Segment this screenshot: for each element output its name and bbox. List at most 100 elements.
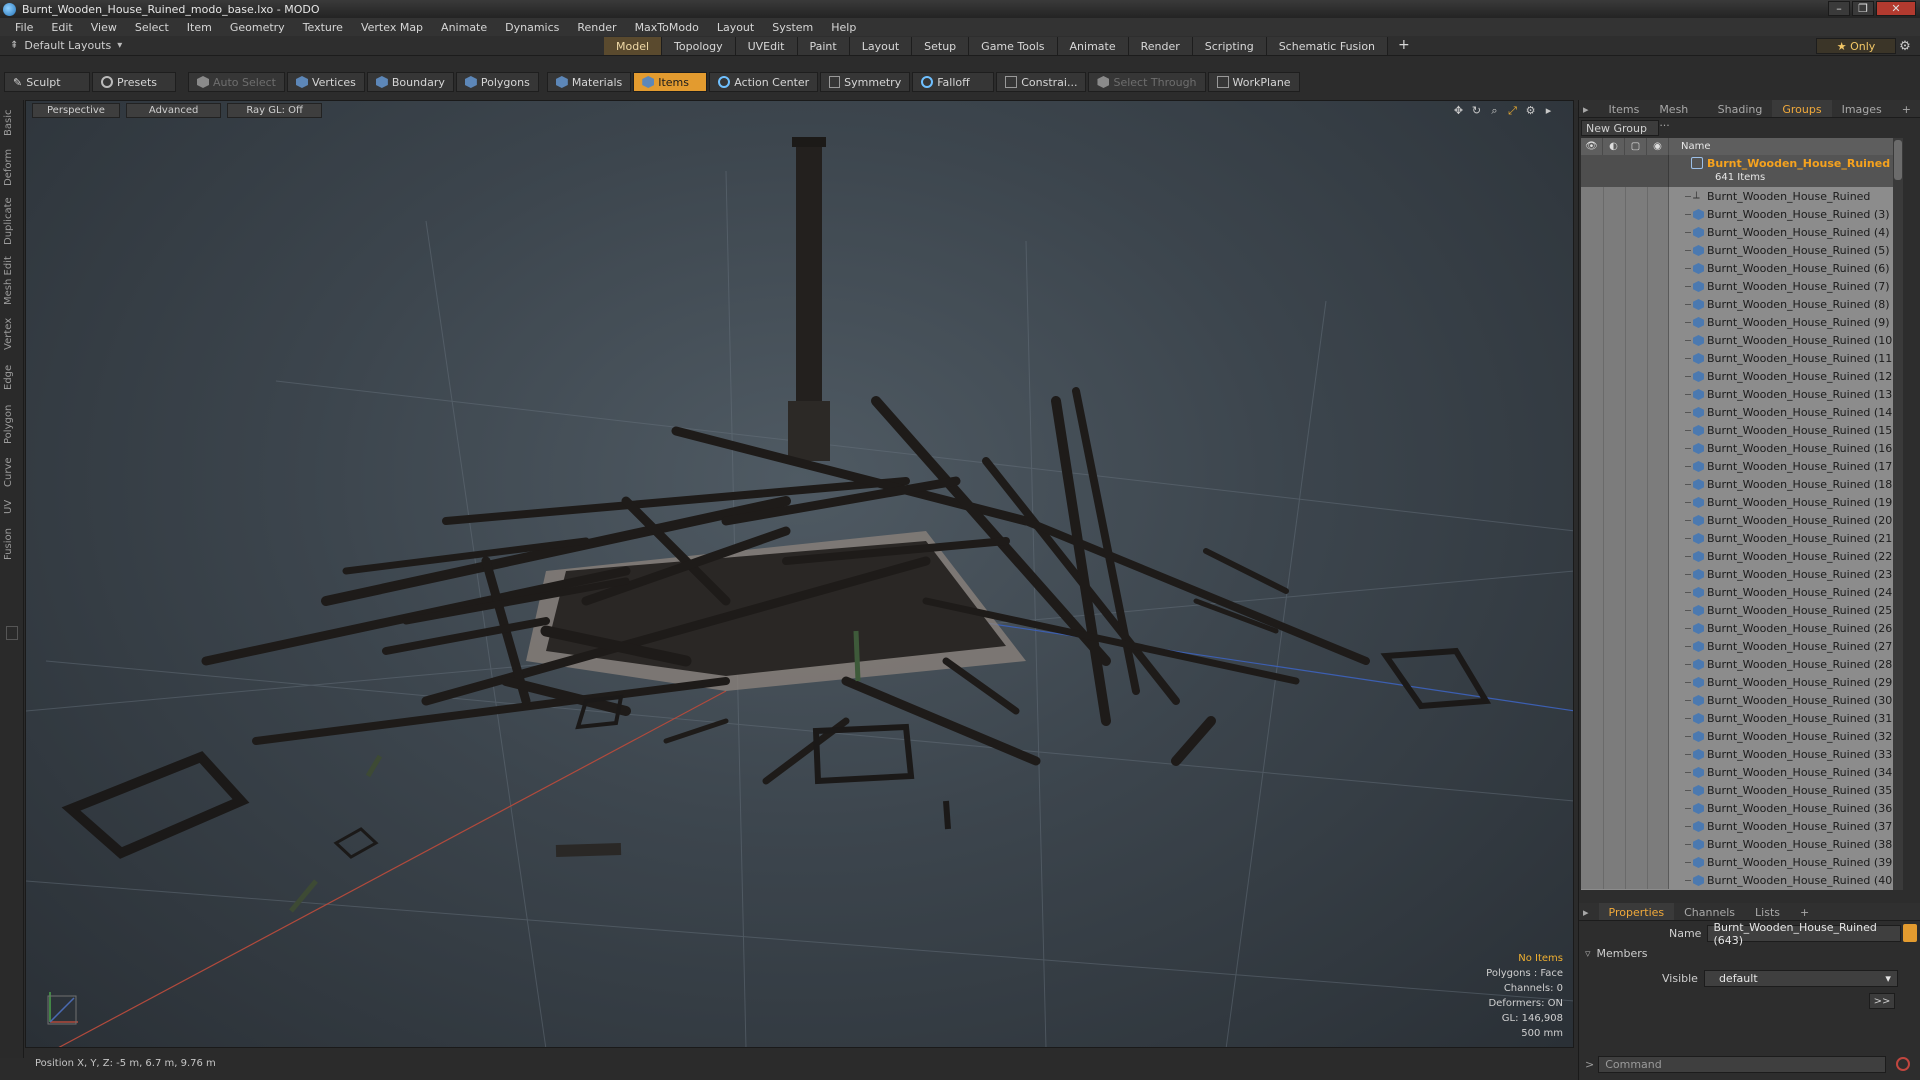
tab-render[interactable]: Render [1128, 37, 1193, 55]
zoom-icon[interactable]: ⌕ [1488, 104, 1501, 117]
minimize-button[interactable]: – [1828, 1, 1850, 16]
menu-view[interactable]: View [82, 21, 126, 34]
eye-icon[interactable]: 👁 [1581, 138, 1603, 155]
tab-layout[interactable]: Layout [849, 37, 913, 55]
vtab-uv[interactable]: UV [3, 496, 21, 518]
auto-select-button[interactable]: Auto Select [188, 72, 285, 92]
list-item[interactable]: Burnt_Wooden_House_Ruined (32) [1581, 727, 1903, 745]
list-item[interactable]: Burnt_Wooden_House_Ruined (18) [1581, 475, 1903, 493]
vtab-fusion[interactable]: Fusion [3, 524, 21, 564]
list-item[interactable]: Burnt_Wooden_House_Ruined (25) [1581, 601, 1903, 619]
list-item[interactable]: Burnt_Wooden_House_Ruined (14) [1581, 403, 1903, 421]
more-button[interactable]: >> [1869, 993, 1895, 1009]
list-item[interactable]: Burnt_Wooden_House_Ruined (26) [1581, 619, 1903, 637]
tab-scripting[interactable]: Scripting [1192, 37, 1267, 55]
sculpt-button[interactable]: ✎ Sculpt [4, 72, 90, 92]
tab-animate[interactable]: Animate [1057, 37, 1129, 55]
menu-edit[interactable]: Edit [42, 21, 81, 34]
list-item[interactable]: Burnt_Wooden_House_Ruined (31) [1581, 709, 1903, 727]
polygons-button[interactable]: Polygons [455, 72, 539, 92]
name-field-knob[interactable] [1903, 924, 1917, 942]
3d-viewport[interactable]: Perspective Advanced Ray GL: Off ✥ ↻ ⌕ ⤢… [25, 100, 1574, 1048]
list-item[interactable]: Burnt_Wooden_House_Ruined (37) [1581, 817, 1903, 835]
list-item[interactable]: Burnt_Wooden_House_Ruined (19) [1581, 493, 1903, 511]
list-item[interactable]: Burnt_Wooden_House_Ruined (33) [1581, 745, 1903, 763]
new-group-button[interactable]: New Group [1581, 120, 1659, 136]
materials-button[interactable]: Materials [546, 72, 632, 92]
collapse-arrow-icon[interactable]: ▿ [1585, 947, 1591, 960]
menu-vertex-map[interactable]: Vertex Map [352, 21, 432, 34]
list-item[interactable]: Burnt_Wooden_House_Ruined (38) [1581, 835, 1903, 853]
tab-game-tools[interactable]: Game Tools [969, 37, 1058, 55]
list-item[interactable]: Burnt_Wooden_House_Ruined (20) [1581, 511, 1903, 529]
rotate-icon[interactable]: ↻ [1470, 104, 1483, 117]
list-item[interactable]: Burnt_Wooden_House_Ruined (10) [1581, 331, 1903, 349]
render-icon[interactable]: ◐ [1603, 138, 1625, 155]
tab-channels[interactable]: Channels [1674, 903, 1745, 920]
tab-model[interactable]: Model [604, 37, 663, 55]
workplane-button[interactable]: WorkPlane [1207, 72, 1300, 92]
list-item[interactable]: ⟂ Burnt_Wooden_House_Ruined [1581, 187, 1903, 205]
list-item[interactable]: Burnt_Wooden_House_Ruined (29) [1581, 673, 1903, 691]
tab-topology[interactable]: Topology [662, 37, 736, 55]
menu-item[interactable]: Item [178, 21, 221, 34]
group-row[interactable]: Burnt_Wooden_House_Ruined 641 Items [1581, 155, 1903, 187]
action-center-button[interactable]: Action Center [709, 72, 819, 92]
list-item[interactable]: Burnt_Wooden_House_Ruined (3) [1581, 205, 1903, 223]
menu-dynamics[interactable]: Dynamics [496, 21, 568, 34]
command-stop-icon[interactable] [1896, 1057, 1911, 1071]
vtab-basic[interactable]: Basic [3, 106, 21, 140]
menu-system[interactable]: System [763, 21, 822, 34]
maximize-viewport-icon[interactable]: ⤢ [1506, 104, 1519, 117]
vtab-mesh-edit[interactable]: Mesh Edit [3, 254, 21, 308]
raygl-button[interactable]: Ray GL: Off [227, 103, 322, 118]
lock-icon[interactable]: ▢ [1625, 138, 1647, 155]
expand-box-icon[interactable] [6, 626, 18, 640]
list-item[interactable]: Burnt_Wooden_House_Ruined (40) [1581, 871, 1903, 889]
vtab-curve[interactable]: Curve [3, 454, 21, 490]
menu-layout[interactable]: Layout [708, 21, 763, 34]
list-item[interactable]: Burnt_Wooden_House_Ruined (5) [1581, 241, 1903, 259]
falloff-button[interactable]: Falloff [912, 72, 995, 92]
list-item[interactable]: Burnt_Wooden_House_Ruined (36) [1581, 799, 1903, 817]
advanced-button[interactable]: Advanced [125, 103, 222, 118]
list-item[interactable]: Burnt_Wooden_House_Ruined (24) [1581, 583, 1903, 601]
gear-icon[interactable]: ⚙ [1895, 38, 1915, 54]
list-item[interactable]: Burnt_Wooden_House_Ruined (22) [1581, 547, 1903, 565]
vertices-button[interactable]: Vertices [286, 72, 365, 92]
list-item[interactable]: Burnt_Wooden_House_Ruined (11) [1581, 349, 1903, 367]
tab-mesh[interactable]: Mesh ... [1649, 100, 1707, 129]
add-panel-tab-icon[interactable]: + [1892, 100, 1920, 117]
list-item[interactable]: Burnt_Wooden_House_Ruined (8) [1581, 295, 1903, 313]
constraints-button[interactable]: Constrai... [996, 72, 1087, 92]
symmetry-button[interactable]: Symmetry [820, 72, 911, 92]
tab-uvedit[interactable]: UVEdit [735, 37, 798, 55]
list-item[interactable]: Burnt_Wooden_House_Ruined (16) [1581, 439, 1903, 457]
list-item[interactable]: Burnt_Wooden_House_Ruined (4) [1581, 223, 1903, 241]
vtab-deform[interactable]: Deform [3, 146, 21, 188]
list-item[interactable]: Burnt_Wooden_House_Ruined (6) [1581, 259, 1903, 277]
list-item[interactable]: Burnt_Wooden_House_Ruined (7) [1581, 277, 1903, 295]
vtab-edge[interactable]: Edge [3, 360, 21, 394]
viewport-menu-icon[interactable]: ▸ [1542, 104, 1555, 117]
tab-images[interactable]: Images [1832, 100, 1892, 117]
tab-groups[interactable]: Groups [1772, 100, 1832, 117]
list-item[interactable]: Burnt_Wooden_House_Ruined (21) [1581, 529, 1903, 547]
menu-render[interactable]: Render [568, 21, 625, 34]
viewport-settings-icon[interactable]: ⚙ [1524, 104, 1537, 117]
list-item[interactable]: Burnt_Wooden_House_Ruined (34) [1581, 763, 1903, 781]
group-list-scrollbar[interactable] [1893, 138, 1903, 890]
tab-setup[interactable]: Setup [912, 37, 970, 55]
add-props-tab-icon[interactable]: + [1790, 903, 1819, 920]
vtab-polygon[interactable]: Polygon [3, 400, 21, 448]
panel-menu-icon[interactable]: ▸ [1579, 100, 1599, 117]
add-tab-button[interactable]: + [1388, 37, 1420, 55]
list-item[interactable]: Burnt_Wooden_House_Ruined (30) [1581, 691, 1903, 709]
only-button[interactable]: ★ Only [1816, 38, 1896, 54]
vtab-duplicate[interactable]: Duplicate [3, 194, 21, 248]
menu-geometry[interactable]: Geometry [221, 21, 294, 34]
list-item[interactable]: Burnt_Wooden_House_Ruined (12) [1581, 367, 1903, 385]
list-item[interactable]: Burnt_Wooden_House_Ruined (15) [1581, 421, 1903, 439]
menu-animate[interactable]: Animate [432, 21, 496, 34]
visible-select[interactable]: default ▾ [1703, 970, 1898, 987]
